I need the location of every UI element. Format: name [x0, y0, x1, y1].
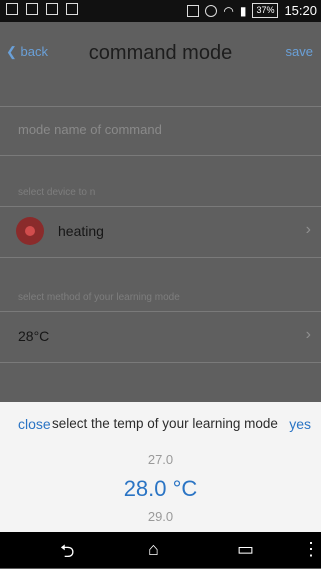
navigation-bar: ⮌ ⌂ ▭ ⋮ [0, 532, 321, 568]
close-button[interactable]: close [18, 416, 51, 432]
temperature-value: 28°C [18, 328, 50, 344]
picker-toolbar: close select the temp of your learning m… [0, 402, 321, 448]
clipboard-icon [66, 3, 78, 15]
device-section-label: select device to n [18, 187, 96, 198]
wallet-icon [46, 3, 58, 15]
signal-icon: ▮ [239, 3, 247, 18]
back-nav-icon[interactable]: ⮌ [60, 539, 74, 569]
temperature-wheel[interactable]: 27.0 28.0 °C 29.0 [0, 446, 321, 532]
chevron-right-icon: › [305, 221, 311, 238]
save-button[interactable]: save [286, 44, 313, 59]
recents-nav-icon[interactable]: ▭ [237, 539, 254, 560]
picker-title: select the temp of your learning mode [52, 416, 278, 431]
command-form: mode name of command select device to n … [0, 82, 321, 402]
app-bar: ❮ back command mode save [0, 22, 321, 82]
status-icons: ◠ ▮ 37% 15:20 [187, 3, 317, 18]
picker-option-previous[interactable]: 27.0 [0, 452, 321, 467]
heating-icon [16, 217, 44, 245]
yes-button[interactable]: yes [289, 416, 311, 432]
temperature-selector[interactable]: 28°C › [0, 311, 321, 363]
chevron-right-icon: › [305, 326, 311, 343]
mode-name-placeholder: mode name of command [18, 122, 162, 137]
status-bar: ◠ ▮ 37% 15:20 [0, 0, 321, 22]
notification-icons [6, 3, 78, 15]
device-selector[interactable]: heating › [0, 206, 321, 258]
learning-mode-section-label: select method of your learning mode [18, 292, 180, 303]
battery-icon: 37% [252, 3, 279, 18]
alarm-icon [205, 4, 218, 17]
picker-option-next[interactable]: 29.0 [0, 509, 321, 524]
image-icon [6, 3, 18, 15]
tty-icon [187, 4, 200, 17]
wifi-icon: ◠ [223, 3, 234, 18]
picker-option-selected[interactable]: 28.0 °C [0, 476, 321, 502]
device-name: heating [58, 223, 104, 239]
temperature-picker-sheet: close select the temp of your learning m… [0, 402, 321, 532]
menu-nav-icon[interactable]: ⋮ [302, 539, 320, 560]
page-title: command mode [88, 42, 233, 64]
status-time: 15:20 [284, 3, 317, 18]
facebook-icon [26, 3, 38, 15]
mode-name-field[interactable]: mode name of command [0, 106, 321, 156]
home-nav-icon[interactable]: ⌂ [148, 539, 159, 560]
